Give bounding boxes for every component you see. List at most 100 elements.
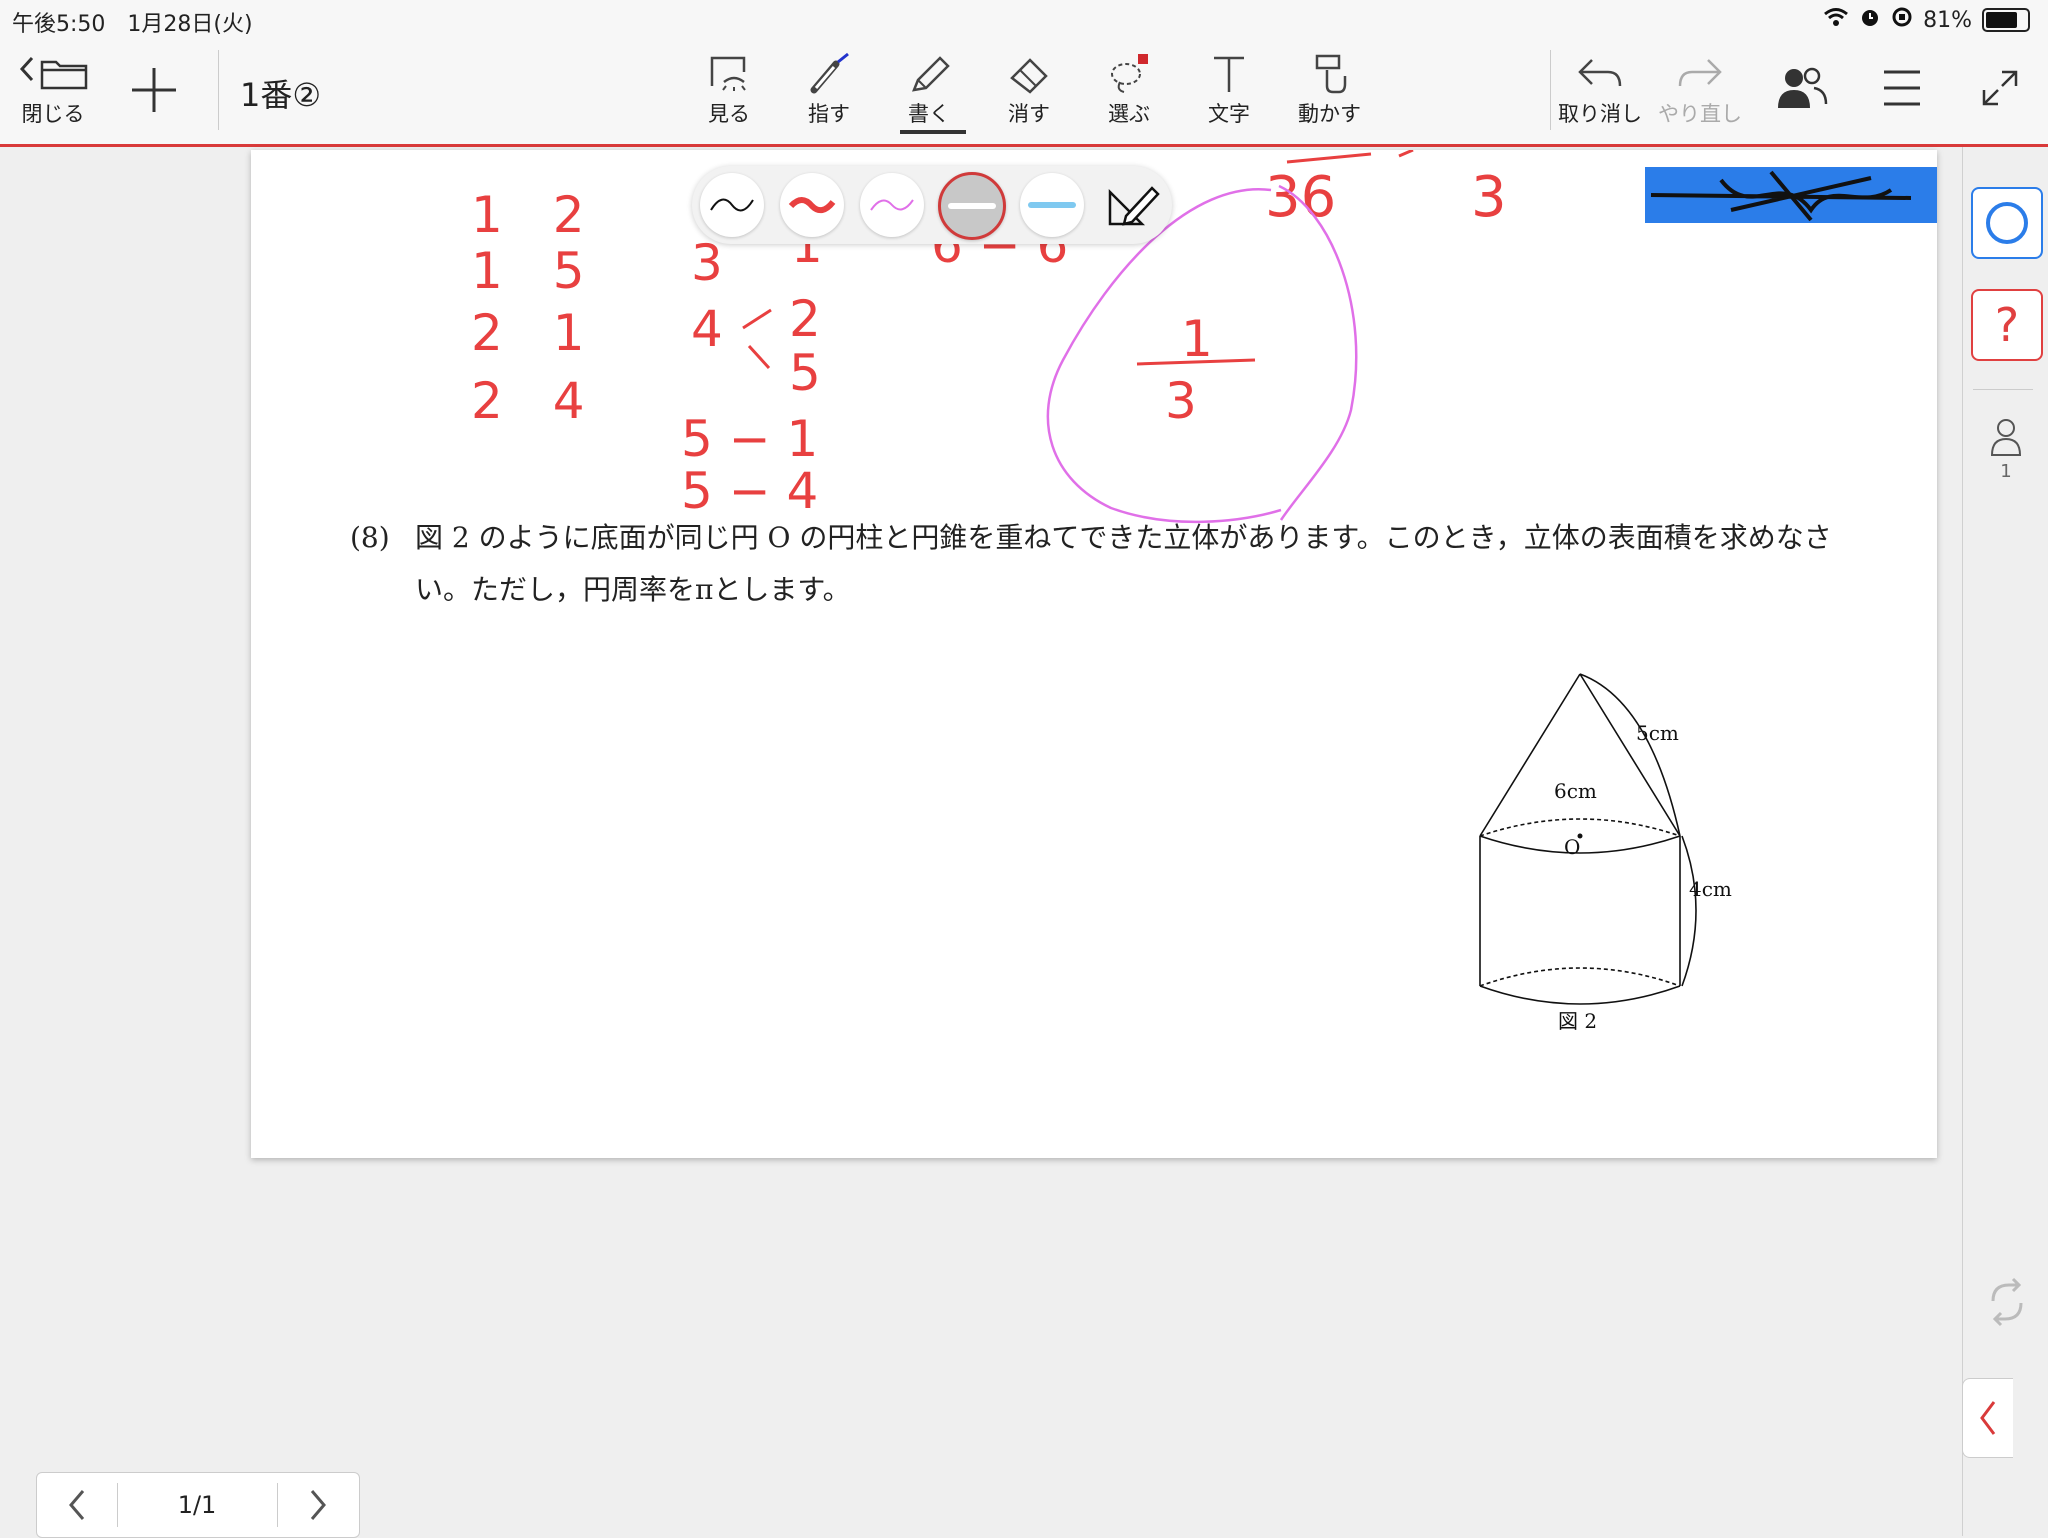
tool-select[interactable]: 選ぶ [1106,52,1152,128]
alarm-icon [1859,6,1881,34]
laser-pointer-icon [810,52,849,94]
page-indicator: 1/1 [177,1491,217,1519]
thin-pen-stroke-icon [710,198,754,212]
redo-label: やり直し [1658,102,1742,126]
tool-move-label: 動かす [1298,102,1361,126]
active-tool-indicator [900,130,966,134]
move-icon [1315,54,1346,94]
marker-stroke-icon [948,203,996,209]
undo-button[interactable]: 取り消し [1558,52,1642,128]
circle-icon [1986,202,2028,244]
question-mark-icon: ? [1994,298,2020,352]
close-label: 閉じる [21,102,85,126]
redo-button[interactable]: やり直し [1658,52,1742,128]
tool-point-label: 指す [808,102,850,126]
expand-button[interactable] [1980,68,2020,108]
close-button[interactable]: 閉じる [16,52,90,128]
tool-text-label: 文字 [1208,102,1250,126]
tool-erase[interactable]: 消す [1006,52,1052,128]
ink-branch-lines [742,308,772,370]
prev-page-button[interactable] [37,1473,117,1537]
plus-icon [132,68,176,112]
eraser-icon [1010,58,1048,94]
status-time-date: 午後5:50 1月28日(火) [12,12,253,37]
chevron-left-icon [69,1490,85,1520]
users-icon [1778,67,1828,108]
status-bar: 午後5:50 1月28日(火) 81% [0,0,2048,40]
label-diameter: 6cm [1554,779,1597,803]
ink-fraction-numerator: 1 [1181,310,1213,368]
figure-cylinder-cone: 5cm 6cm O 4cm 図 2 [1440,660,1760,1040]
battery-fill [1986,12,2017,28]
tool-view-label: 見る [708,102,750,126]
ink-col1-row2: 1 5 [471,242,585,300]
next-page-button[interactable] [277,1473,359,1537]
thick-pen-stroke-icon [788,197,836,214]
pen-thin-pink[interactable] [860,173,924,237]
figure-caption: 図 2 [1558,1009,1597,1033]
orientation-lock-icon [1891,6,1913,34]
undo-label: 取り消し [1558,102,1642,126]
participants-button[interactable] [1774,62,1830,114]
pen-thin-black[interactable] [700,173,764,237]
redo-icon [1678,59,1722,87]
tool-write-label: 書く [908,102,950,126]
participant-count: 1 [2000,461,2012,482]
tool-move[interactable]: 動かす [1298,52,1361,128]
document-page[interactable]: 1 2 1 5 2 1 2 4 3 4 2 5 5 − 1 5 − 4 1 6 … [251,150,1937,1158]
add-button[interactable] [128,64,180,116]
undo-icon [1578,59,1622,87]
pink-pen-stroke-icon [870,199,914,211]
ruler-pen-button[interactable] [1100,173,1164,237]
expand-icon [1982,70,2018,106]
ink-top-strokes [1286,150,1414,164]
status-right: 81% [1823,6,2030,34]
menu-button[interactable] [1880,66,1924,110]
tool-select-label: 選ぶ [1108,102,1150,126]
label-center: O [1564,835,1580,859]
ink-col2-four: 4 [691,300,723,358]
pen-palette [692,166,1172,244]
figure-drawing: 5cm 6cm O 4cm 図 2 [1479,673,1732,1033]
tool-text[interactable]: 文字 [1206,52,1252,128]
ink-col1-row3: 2 1 [471,304,585,362]
hamburger-menu-icon [1884,70,1920,106]
label-height: 4cm [1689,877,1732,901]
wifi-icon [1823,7,1849,33]
ink-col2-two: 2 [789,290,821,348]
tool-write[interactable]: 書く [906,52,952,128]
sidebar-divider [1973,389,2033,390]
ink-3: 3 [1471,165,1507,230]
tool-point[interactable]: 指す [806,52,852,128]
question-number: (8) [350,521,390,554]
pen-white-marker[interactable] [938,172,1006,240]
ruler-pencil-icon [1108,186,1160,226]
separator [218,50,219,130]
answer-circle-button[interactable] [1971,187,2043,259]
ink-col1-row4: 2 4 [471,372,585,430]
ink-col2-three: 3 [691,234,723,292]
pen-lightblue-marker[interactable] [1020,173,1084,237]
ink-five-minus-one: 5 − 1 [681,410,818,468]
right-sidebar: ? 1 [1962,147,2048,1536]
document-title: 1番② [240,76,322,114]
ink-col2-five: 5 [789,344,821,402]
tool-view[interactable]: 見る [706,52,752,128]
ink-col1-row1: 1 2 [471,186,585,244]
answer-question-button[interactable]: ? [1971,289,2043,361]
sync-button[interactable] [1985,1277,2029,1331]
battery-percent: 81% [1923,7,1972,33]
text-icon [1214,56,1244,92]
participant-indicator[interactable]: 1 [1983,417,2029,482]
battery-icon [1982,8,2030,32]
question-text: 図 2 のように底面が同じ円 O の円柱と円錐を重ねてできた立体があります。この… [415,521,1832,606]
chevron-left-icon [1980,1401,1996,1435]
view-icon [710,56,746,91]
tool-erase-label: 消す [1008,102,1050,126]
sync-icon [1991,1277,2023,1327]
pen-thick-red[interactable] [780,173,844,237]
ink-fraction-bar [1136,358,1256,366]
sidebar-toggle-tab[interactable] [1962,1378,2013,1458]
pencil-icon [912,56,950,92]
highlighter-stroke-icon [1028,202,1076,208]
